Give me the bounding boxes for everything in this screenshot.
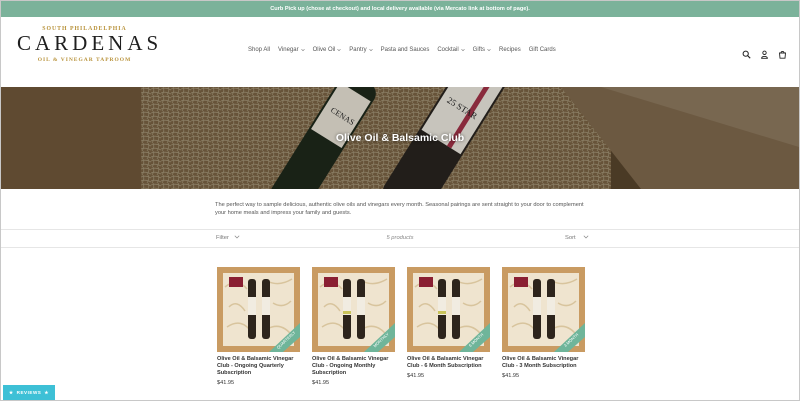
nav-label: Recipes (499, 47, 521, 53)
chevron-down-icon (368, 48, 373, 52)
product-card[interactable]: 3 MONTH Olive Oil & Balsamic Vinegar Clu… (502, 267, 585, 386)
site-header: SOUTH PHILADELPHIA CARDENAS OIL & VINEGA… (1, 17, 799, 87)
cart-icon[interactable] (778, 46, 787, 59)
nav-item-gift-cards[interactable]: Gift Cards (529, 47, 556, 53)
account-icon[interactable] (760, 46, 769, 59)
hero-banner: CENAS 25 STAR Olive Oil & Balsamic Club (1, 87, 799, 189)
product-title[interactable]: Olive Oil & Balsamic Vinegar Club - 3 Mo… (502, 356, 585, 370)
nav-item-pantry[interactable]: Pantry (349, 47, 373, 53)
product-card[interactable]: MONTHLY Olive Oil & Balsamic Vinegar Clu… (312, 267, 395, 386)
header-icons (742, 46, 787, 59)
product-card[interactable]: QUARTERLY Olive Oil & Balsamic Vinegar C… (217, 267, 300, 386)
collection-description: The perfect way to sample delicious, aut… (215, 202, 584, 216)
filter-bar: Filter 5 products Sort (1, 229, 799, 248)
nav-label: Vinegar (278, 47, 299, 53)
product-count: 5 products (386, 235, 414, 241)
logo-bottom-text: OIL & VINEGAR TAPROOM (37, 57, 132, 63)
nav-item-gifts[interactable]: Gifts (473, 47, 491, 53)
product-price: $41.95 (217, 380, 235, 386)
product-title[interactable]: Olive Oil & Balsamic Vinegar Club - Ongo… (217, 356, 300, 377)
product-image[interactable]: QUARTERLY (217, 267, 300, 352)
chevron-down-icon (460, 48, 465, 52)
nav-item-recipes[interactable]: Recipes (499, 47, 521, 53)
nav-label: Gifts (472, 47, 486, 53)
search-icon[interactable] (742, 46, 751, 59)
sort-dropdown[interactable]: Sort (565, 235, 589, 241)
nav-item-cocktail[interactable]: Cocktail (437, 47, 465, 53)
nav-label: Olive Oil (312, 47, 336, 53)
nav-label: Gift Cards (528, 47, 556, 53)
sort-label: Sort (565, 235, 576, 241)
logo[interactable]: SOUTH PHILADELPHIA CARDENAS OIL & VINEGA… (17, 26, 163, 78)
product-image[interactable]: 6 MONTH (407, 267, 490, 352)
announcement-text: Curb Pick up (chose at checkout) and loc… (270, 6, 530, 12)
product-card[interactable]: 6 MONTH Olive Oil & Balsamic Vinegar Clu… (407, 267, 490, 386)
star-icon: ★ (9, 389, 14, 395)
nav-label: Shop All (248, 47, 271, 53)
product-grid: QUARTERLY Olive Oil & Balsamic Vinegar C… (217, 267, 585, 386)
nav-item-vinegar[interactable]: Vinegar (278, 47, 305, 53)
collection-title: Olive Oil & Balsamic Club (335, 132, 465, 144)
nav-label: Pantry (349, 47, 367, 53)
chevron-down-icon (300, 48, 305, 52)
reviews-label: REVIEWS (16, 390, 42, 395)
nav-item-shop-all[interactable]: Shop All (248, 47, 270, 53)
product-image[interactable]: 3 MONTH (502, 267, 585, 352)
logo-name: CARDENAS (17, 31, 163, 55)
product-price: $41.95 (407, 373, 425, 379)
reviews-tab[interactable]: ★ REVIEWS ★ (3, 385, 55, 400)
nav-item-pasta-and-sauces[interactable]: Pasta and Sauces (381, 47, 430, 53)
announcement-bar: Curb Pick up (chose at checkout) and loc… (1, 1, 799, 17)
product-title[interactable]: Olive Oil & Balsamic Vinegar Club - Ongo… (312, 356, 395, 377)
product-image[interactable]: MONTHLY (312, 267, 395, 352)
nav-label: Cocktail (437, 47, 459, 53)
star-icon: ★ (44, 389, 49, 395)
nav-item-olive-oil[interactable]: Olive Oil (313, 47, 342, 53)
main-nav: Shop All Vinegar Olive Oil Pantry Pasta … (248, 47, 556, 53)
product-price: $41.95 (312, 380, 330, 386)
product-price: $41.95 (502, 373, 520, 379)
chevron-down-icon (583, 235, 589, 241)
product-title[interactable]: Olive Oil & Balsamic Vinegar Club - 6 Mo… (407, 356, 490, 370)
nav-label: Pasta and Sauces (380, 47, 430, 53)
chevron-down-icon (487, 48, 491, 52)
chevron-down-icon (337, 48, 341, 52)
